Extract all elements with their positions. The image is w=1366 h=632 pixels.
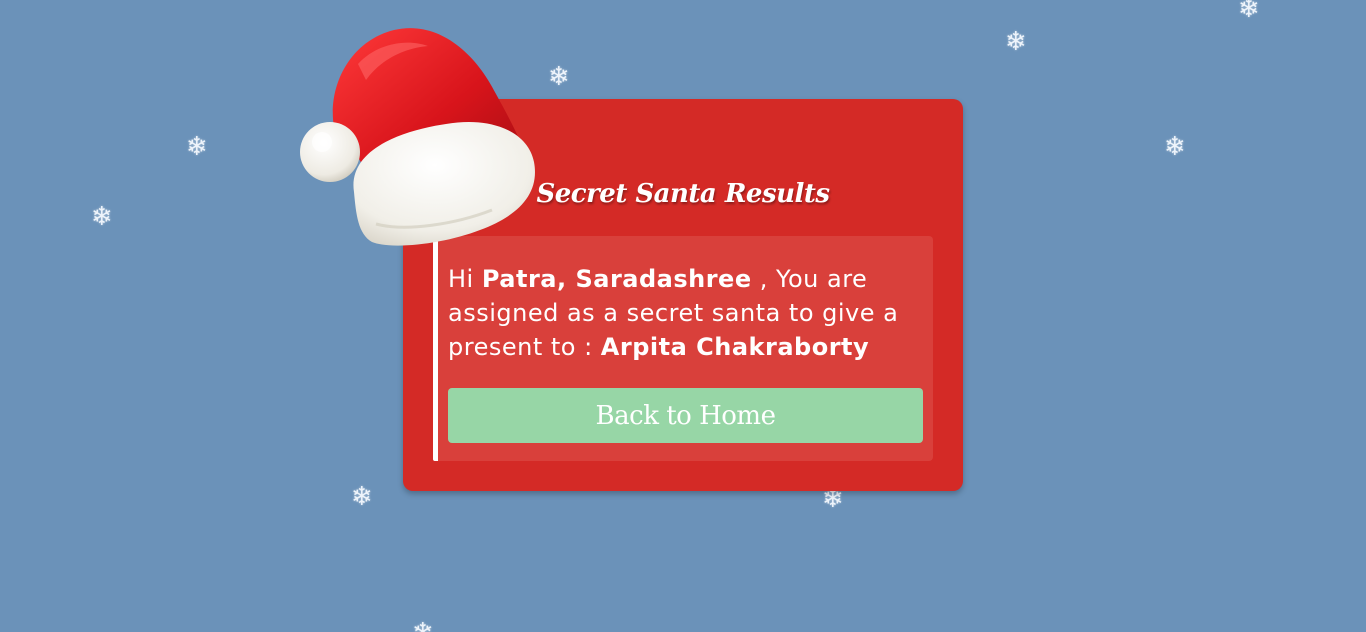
snowflake-icon: ❄: [1005, 27, 1027, 57]
giver-name: Patra, Saradashree: [481, 265, 752, 293]
snowflake-icon: ❄: [1238, 0, 1260, 24]
result-message-box: Hi Patra, Saradashree , You are assigned…: [433, 236, 933, 461]
snowflake-icon: ❄: [91, 202, 113, 232]
page-background: ❄ ❄ ❄ ❄ ❄ ❄ ❄ ❄ ❄ Secret Santa Results H…: [0, 0, 1366, 632]
snowflake-icon: ❄: [412, 620, 434, 632]
result-message: Hi Patra, Saradashree , You are assigned…: [448, 262, 918, 364]
santa-hat-icon: [300, 28, 535, 246]
receiver-name: Arpita Chakraborty: [600, 333, 870, 361]
snowflake-icon: ❄: [1164, 132, 1186, 162]
snowflake-icon: ❄: [351, 482, 373, 512]
snowflake-icon: ❄: [548, 62, 570, 92]
back-to-home-button[interactable]: Back to Home: [448, 388, 923, 443]
greeting-text: Hi: [448, 265, 482, 293]
snowflake-icon: ❄: [186, 132, 208, 162]
